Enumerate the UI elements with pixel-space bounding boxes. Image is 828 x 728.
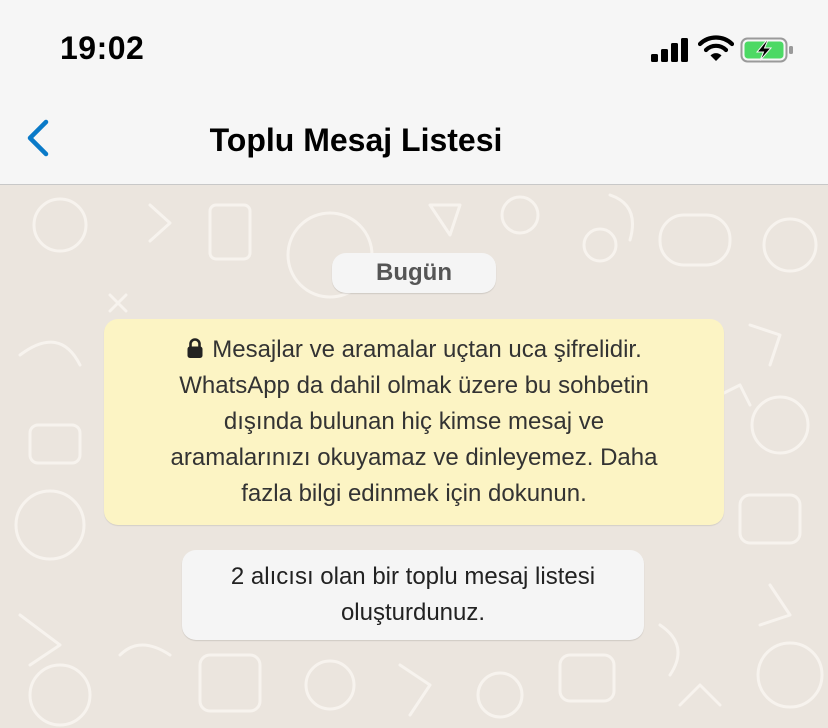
encryption-notice-line: aramalarınızı okuyamaz ve dinleyemez. Da… [170,444,658,471]
encryption-notice-text: Mesajlar ve aramalar uçtan uca şifrelidi… [212,336,642,363]
lock-icon [187,338,203,358]
chat-area[interactable]: Bugün Mesajlar ve aramalar uçtan uca şif… [0,185,828,728]
system-message: 2 alıcısı olan bir toplu mesaj listesi o… [182,550,644,640]
encryption-notice-line: Mesajlar ve aramalar uçtan uca şifrelidi… [124,332,704,368]
navigation-bar: Toplu Mesaj Listesi [0,98,828,185]
status-time: 19:02 [60,30,145,66]
encryption-notice-line: dışında bulunan hiç kimse mesaj ve [223,408,605,435]
system-message-line: 2 alıcısı olan bir toplu mesaj listesi [230,563,596,590]
date-separator: Bugün [332,253,496,293]
encryption-notice-line: fazla bilgi edinmek için dokunun. [241,480,587,507]
encryption-notice[interactable]: Mesajlar ve aramalar uçtan uca şifrelidi… [104,319,724,525]
cellular-signal-icon [651,38,688,62]
page-title: Toplu Mesaj Listesi [209,122,503,158]
encryption-notice-line: WhatsApp da dahil olmak üzere bu sohbeti… [179,372,649,399]
wifi-icon [698,35,734,61]
status-bar: 19:02 [0,0,828,98]
battery-charging-icon [740,37,793,63]
system-message-line: oluşturdunuz. [340,599,486,626]
